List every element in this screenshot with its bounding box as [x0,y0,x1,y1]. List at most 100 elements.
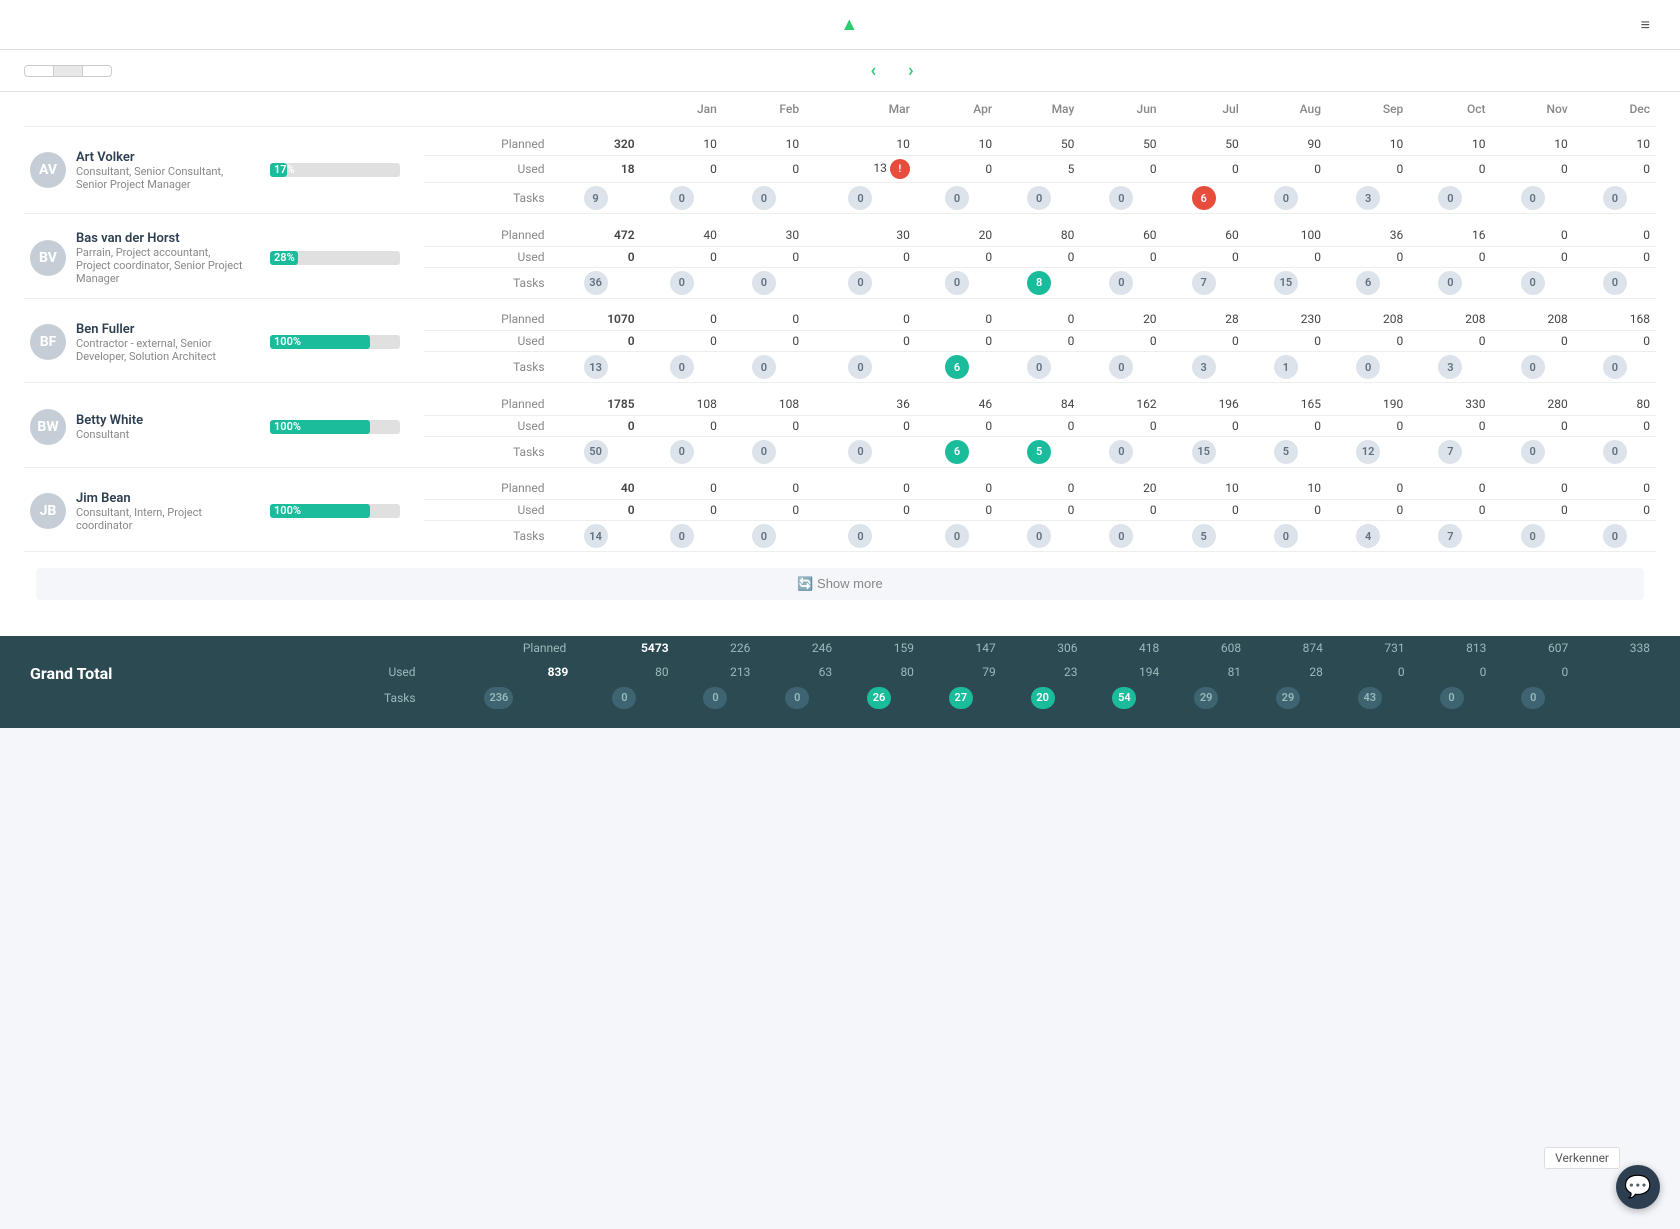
prev-year-arrow[interactable]: ‹ [870,60,876,81]
resource-name: Jim Bean [76,491,246,506]
num-cell: 0 [641,331,723,352]
num-cell: 50 [998,127,1080,156]
num-cell: 0 [551,500,641,521]
task-badge-cell: 0 [1245,521,1327,552]
resource-info: BW Betty White Consultant [30,409,258,445]
resource-name: Ben Fuller [76,322,246,337]
task-badge-cell: 0 [1080,183,1162,214]
num-cell: 16 [1409,218,1491,247]
gt-badge: 0 [785,687,809,709]
col-jul: Jul [1163,92,1245,127]
filters-button[interactable]: ≡ [1641,15,1656,35]
gt-badge: 27 [949,687,973,709]
num-cell: 0 [916,471,998,500]
task-badge-cell: 0 [641,436,723,467]
gt-planned-cell: 608 [1165,636,1247,660]
hours-button[interactable] [54,65,83,77]
gt-planned-cell: 338 [1574,636,1656,660]
resource-name: Bas van der Horst [76,231,246,246]
show-more-button[interactable]: 🔄 Show more [36,568,1644,600]
num-cell: 0 [1574,331,1656,352]
num-cell: 18 [551,156,641,183]
num-cell: 0 [1245,500,1327,521]
capacity-bar-cell: 100% [264,471,424,552]
gt-planned-cell: 418 [1084,636,1166,660]
num-cell: 84 [998,387,1080,416]
task-badge-cell: 0 [1492,352,1574,383]
num-cell: 0 [916,246,998,267]
task-badge-cell: 0 [805,267,916,298]
num-cell: 0 [641,471,723,500]
resource-info: AV Art Volker Consultant, Senior Consult… [30,150,258,191]
capacity-label: 28% [274,251,295,265]
num-cell: 0 [1080,331,1162,352]
gt-used-cell: 0 [1411,660,1493,684]
remaining-stat: ▲ [840,14,864,35]
num-cell: 0 [916,500,998,521]
num-cell: 0 [1409,156,1491,183]
num-cell: 100 [1245,218,1327,247]
num-cell: 0 [723,500,805,521]
gt-task-cell: 26 [838,684,920,712]
next-year-arrow[interactable]: › [908,60,913,81]
resource-row: BW Betty White Consultant 100% Planned 1… [24,387,1656,416]
capacity-bar-cell: 100% [264,387,424,468]
resource-details: Ben Fuller Contractor - external, Senior… [76,322,246,363]
task-badge-cell: 8 [998,267,1080,298]
gt-badge: 0 [1521,687,1545,709]
capacity-bar-bg: 28% [270,251,400,265]
amount-button[interactable] [24,65,54,77]
task-badge-cell: 0 [1409,267,1491,298]
task-badge-cell: 6 [1163,183,1245,214]
task-badge-cell: 0 [723,183,805,214]
capacity-bar-container: 17% [270,163,400,177]
num-cell: 0 [998,415,1080,436]
num-cell: 28 [1163,302,1245,331]
gt-task-cell: 0 [756,684,838,712]
used-label: Used [424,500,551,521]
col-row-type [424,92,551,127]
task-badge-cell: 0 [1574,183,1656,214]
num-cell: 0 [1409,471,1491,500]
num-cell: 40 [551,471,641,500]
grand-total-table: Grand Total Planned 5473 226246159147306… [24,636,1656,712]
tasks-button[interactable] [83,65,112,77]
used-label: Used [424,415,551,436]
planned-label: Planned [424,471,551,500]
gt-task-cell: 0 [1411,684,1493,712]
task-badge-cell: 6 [916,436,998,467]
resource-row: BF Ben Fuller Contractor - external, Sen… [24,302,1656,331]
gt-badge: 0 [703,687,727,709]
task-badge-cell: 7 [1409,436,1491,467]
num-cell: 0 [1492,471,1574,500]
task-badge-cell: 4 [1327,521,1409,552]
num-cell: 330 [1409,387,1491,416]
gt-used-cell: 213 [675,660,757,684]
task-badge-cell: 0 [1492,436,1574,467]
gt-task-cell: 20 [1002,684,1084,712]
capacity-bar-container: 100% [270,335,400,349]
num-cell: 10 [641,127,723,156]
num-cell: 0 [1080,500,1162,521]
resource-info: BF Ben Fuller Contractor - external, Sen… [30,322,258,363]
num-cell: 0 [1574,471,1656,500]
task-badge-cell: 0 [998,521,1080,552]
num-cell: 10 [805,127,916,156]
num-cell: 0 [1409,415,1491,436]
num-cell: 50 [1080,127,1162,156]
num-cell: 30 [805,218,916,247]
num-cell: 0 [1080,156,1162,183]
task-badge-cell: 7 [1163,267,1245,298]
gt-used-cell: 23 [1002,660,1084,684]
task-badge-cell: 5 [998,436,1080,467]
gt-task-cell: 29 [1247,684,1329,712]
task-total-badge: 50 [551,436,641,467]
task-badge-cell: 0 [1327,352,1409,383]
gt-tasks-label: Tasks [264,684,424,712]
tasks-label: Tasks [424,267,551,298]
chat-button[interactable]: 💬 [1616,1165,1660,1209]
workload-table: Jan Feb Mar Apr May Jun Jul Aug Sep Oct … [24,92,1656,612]
num-cell: 10 [1163,471,1245,500]
resource-name: Art Volker [76,150,246,165]
resource-info: JB Jim Bean Consultant, Intern, Project … [30,491,258,532]
